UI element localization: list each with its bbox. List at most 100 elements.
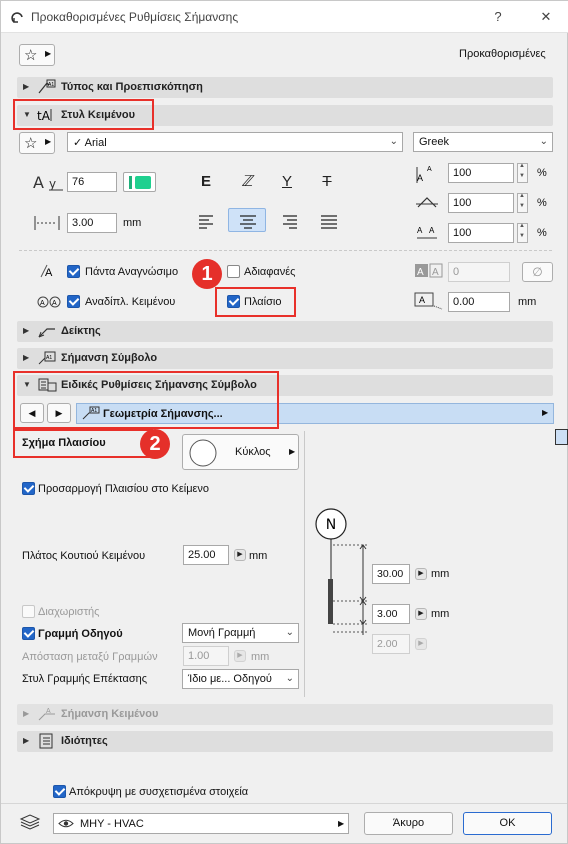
svg-text:A: A <box>417 267 424 278</box>
section-pointer[interactable]: ▶ Δείκτης <box>17 321 553 342</box>
ext-line-style-select[interactable]: Ίδιο με... Οδηγού ⌄ <box>182 669 299 689</box>
leader-type-value: Μονή Γραμμή <box>188 627 256 639</box>
favorites-button[interactable]: ☆ ▶ <box>19 44 55 66</box>
window-title: Προκαθορισμένες Ρυθμίσεις Σήμανσης <box>31 10 239 24</box>
frame-shape-button[interactable]: Κύκλος ▶ <box>182 434 299 470</box>
section-properties[interactable]: ▶ Ιδιότητες <box>17 731 553 752</box>
align-left-icon[interactable] <box>197 213 217 229</box>
svg-text:A: A <box>417 173 423 183</box>
align-center-button[interactable] <box>228 208 266 232</box>
svg-text:A: A <box>419 295 425 305</box>
layers-icon <box>19 814 41 830</box>
eye-icon <box>58 819 74 828</box>
svg-text:A: A <box>429 226 435 235</box>
align-right-icon[interactable] <box>279 213 299 229</box>
script-value: Greek <box>419 136 449 148</box>
underline-button[interactable]: Y <box>273 171 301 193</box>
ok-button[interactable]: OK <box>463 812 552 835</box>
frame-offset-icon: A <box>414 292 443 310</box>
box-width-arrow[interactable]: ▶ <box>234 549 246 561</box>
popup-edge <box>555 429 568 445</box>
dim2-input[interactable]: 3.00 <box>372 604 410 624</box>
chevron-down-icon: ⌄ <box>389 136 398 147</box>
frame-checkbox[interactable] <box>227 295 240 308</box>
frame-label: Πλαίσιο <box>244 296 282 308</box>
always-readable-label: Πάντα Αναγνώσιμο <box>85 266 179 278</box>
unit-label: mm <box>249 550 268 562</box>
char-width-input[interactable]: 100 <box>448 223 514 243</box>
section-type-preview[interactable]: ▶ A1 Τύπος και Προεπισκόπηση <box>17 77 553 98</box>
svg-text:y: y <box>49 177 56 191</box>
dim3-input: 2.00 <box>372 634 410 654</box>
svg-text:A: A <box>427 166 432 173</box>
favorites-label: Προκαθορισμένες <box>459 48 546 60</box>
italic-button[interactable]: ℤ <box>233 171 261 193</box>
close-button[interactable]: ✕ <box>533 7 559 27</box>
dim1-arrow[interactable]: ▶ <box>415 568 427 580</box>
text-width-input[interactable]: 3.00 <box>67 213 117 233</box>
svg-text:A: A <box>432 267 439 278</box>
char-height-input[interactable]: 100 <box>448 163 514 183</box>
fit-frame-checkbox[interactable] <box>22 482 35 495</box>
chevron-down-icon: ⌄ <box>539 136 548 147</box>
line-spacing-label: Απόσταση μεταξύ Γραμμών <box>22 651 158 663</box>
strikethrough-button[interactable]: T <box>313 171 341 193</box>
properties-icon <box>39 733 53 749</box>
fit-frame-label: Προσαρμογή Πλαισίου στο Κείμενο <box>38 483 210 495</box>
frame-shape-value: Κύκλος <box>235 446 271 458</box>
help-button[interactable]: ? <box>485 7 511 27</box>
font-select[interactable]: ✓ Arial ⌄ <box>67 132 403 152</box>
wrap-text-label: Αναδίπλ. Κειμένου <box>85 296 176 308</box>
box-width-label: Πλάτος Κουτιού Κειμένου <box>22 550 146 562</box>
circle-shape-icon <box>189 439 217 467</box>
check-icon: ✓ <box>73 137 83 149</box>
app-icon <box>11 12 23 23</box>
hide-related-checkbox[interactable] <box>53 785 66 798</box>
unit-label: mm <box>123 217 142 229</box>
leader-line-label: Γραμμή Οδηγού <box>38 628 123 640</box>
separator-checkbox <box>22 605 35 618</box>
opaque-checkbox[interactable] <box>227 265 240 278</box>
section-symbol-label[interactable]: ▶ A1 Σήμανση Σύμβολο <box>17 348 553 369</box>
star-icon: ☆ <box>24 47 38 64</box>
layer-select[interactable]: ΜΗΥ - HVAC ▶ <box>53 813 349 834</box>
svg-text:A: A <box>52 300 57 307</box>
wrap-text-checkbox[interactable] <box>67 295 80 308</box>
pen-color-picker[interactable] <box>123 172 156 192</box>
highlight-box <box>13 429 153 458</box>
char-spacing-stepper[interactable] <box>517 193 528 213</box>
align-center-icon <box>240 215 256 229</box>
box-width-input[interactable]: 25.00 <box>183 545 229 565</box>
percent-label: % <box>537 227 547 239</box>
frame-offset-input[interactable]: 0.00 <box>448 292 510 312</box>
bold-button[interactable]: E <box>192 171 220 193</box>
text-size-input[interactable]: 76 <box>67 172 117 192</box>
leader-type-select[interactable]: Μονή Γραμμή ⌄ <box>182 623 299 643</box>
text-size-icon: Ay <box>33 173 63 192</box>
ext-line-style-value: Ίδιο με... Οδηγού <box>188 673 272 685</box>
text-favorites-button[interactable]: ☆ ▶ <box>19 132 55 154</box>
cancel-button[interactable]: Άκυρο <box>364 812 453 835</box>
char-width-stepper[interactable] <box>517 223 528 243</box>
unit-label: mm <box>431 608 450 620</box>
dim2-arrow[interactable]: ▶ <box>415 608 427 620</box>
section-label: Σήμανση Κειμένου <box>61 708 159 720</box>
expand-triangle-icon: ▶ <box>23 736 30 745</box>
chevron-right-icon: ▶ <box>542 408 549 417</box>
readable-icon: A <box>40 264 53 279</box>
section-label: Σήμανση Σύμβολο <box>61 352 158 364</box>
empty-set-button: ∅ <box>522 262 553 282</box>
leader-line-checkbox[interactable] <box>22 627 35 640</box>
dim1-input[interactable]: 30.00 <box>372 564 410 584</box>
section-text-label[interactable]: ▶ A Σήμανση Κειμένου <box>17 704 553 725</box>
char-spacing-input[interactable]: 100 <box>448 193 514 213</box>
char-spacing-icon <box>416 197 438 208</box>
align-justify-icon[interactable] <box>319 213 339 229</box>
separator-label: Διαχωριστής <box>38 606 100 618</box>
chevron-right-icon: ▶ <box>338 819 345 828</box>
unit-label: mm <box>518 296 537 308</box>
char-height-stepper[interactable] <box>517 163 528 183</box>
script-select[interactable]: Greek ⌄ <box>413 132 553 152</box>
layer-value: ΜΗΥ - HVAC <box>80 818 144 830</box>
always-readable-checkbox[interactable] <box>67 265 80 278</box>
